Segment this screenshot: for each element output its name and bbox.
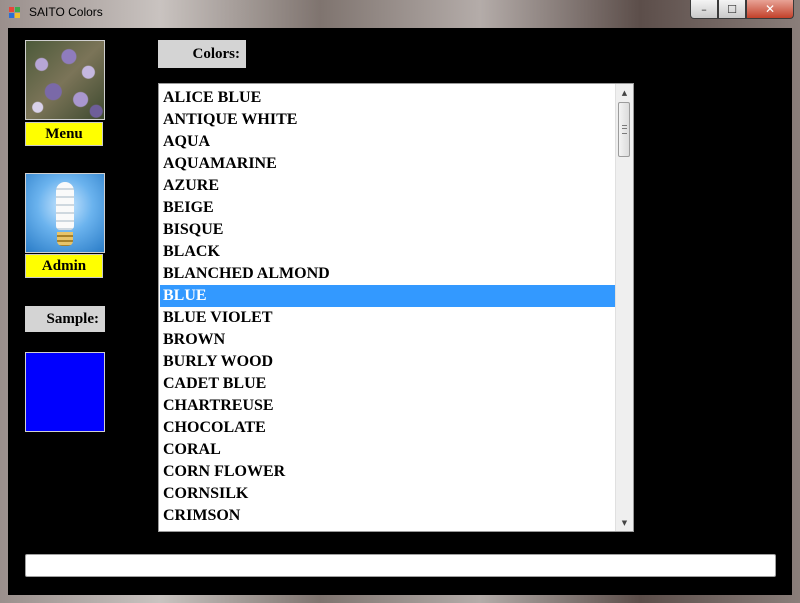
close-button[interactable]: ✕ <box>746 0 794 19</box>
scroll-up-arrow-icon[interactable]: ▲ <box>616 84 633 101</box>
list-item[interactable]: AQUAMARINE <box>160 153 615 175</box>
menu-image[interactable] <box>25 40 105 120</box>
list-item[interactable]: CRIMSON <box>160 505 615 527</box>
list-item[interactable]: ALICE BLUE <box>160 87 615 109</box>
app-icon <box>9 7 21 19</box>
list-item[interactable]: CHARTREUSE <box>160 395 615 417</box>
list-item[interactable]: BISQUE <box>160 219 615 241</box>
lightbulb-base <box>57 232 73 246</box>
list-item[interactable]: BLANCHED ALMOND <box>160 263 615 285</box>
maximize-button[interactable]: ☐ <box>718 0 746 19</box>
status-textbox[interactable] <box>25 554 776 577</box>
list-item[interactable]: CORN FLOWER <box>160 461 615 483</box>
list-item[interactable]: ANTIQUE WHITE <box>160 109 615 131</box>
list-item[interactable]: BROWN <box>160 329 615 351</box>
color-listbox[interactable]: ALICE BLUE ANTIQUE WHITE AQUA AQUAMARINE AZU… <box>158 83 634 532</box>
sample-color-swatch <box>25 352 105 432</box>
list-item[interactable]: BLUE VIOLET <box>160 307 615 329</box>
lightbulb-icon <box>56 182 74 230</box>
title-bar[interactable]: SAITO Colors – ☐ ✕ <box>0 0 800 27</box>
list-item[interactable]: BURLY WOOD <box>160 351 615 373</box>
list-item[interactable]: CORNSILK <box>160 483 615 505</box>
admin-button[interactable]: Admin <box>25 254 103 278</box>
client-area: Menu Admin Sample: Colors: ALICE BLUE ANT… <box>8 28 792 595</box>
list-item[interactable]: CADET BLUE <box>160 373 615 395</box>
caption-buttons: – ☐ ✕ <box>690 0 794 19</box>
menu-button[interactable]: Menu <box>25 122 103 146</box>
app-window: SAITO Colors – ☐ ✕ Menu Admin Sample: Co… <box>0 0 800 603</box>
window-title: SAITO Colors <box>29 5 103 19</box>
admin-image[interactable] <box>25 173 105 253</box>
colors-label: Colors: <box>158 40 246 68</box>
scrollbar-thumb[interactable] <box>618 102 630 157</box>
list-item[interactable]: BLACK <box>160 241 615 263</box>
list-item[interactable]: CHOCOLATE <box>160 417 615 439</box>
minimize-button[interactable]: – <box>690 0 718 19</box>
list-item[interactable]: BEIGE <box>160 197 615 219</box>
vertical-scrollbar[interactable]: ▲ ▼ <box>615 84 633 531</box>
list-item[interactable]: CORAL <box>160 439 615 461</box>
scroll-down-arrow-icon[interactable]: ▼ <box>616 514 633 531</box>
grip-icon <box>622 125 627 134</box>
list-item-selected[interactable]: BLUE <box>160 285 615 307</box>
list-item[interactable]: AZURE <box>160 175 615 197</box>
list-item[interactable]: AQUA <box>160 131 615 153</box>
sample-label: Sample: <box>25 306 105 332</box>
color-list: ALICE BLUE ANTIQUE WHITE AQUA AQUAMARINE AZU… <box>160 87 615 527</box>
